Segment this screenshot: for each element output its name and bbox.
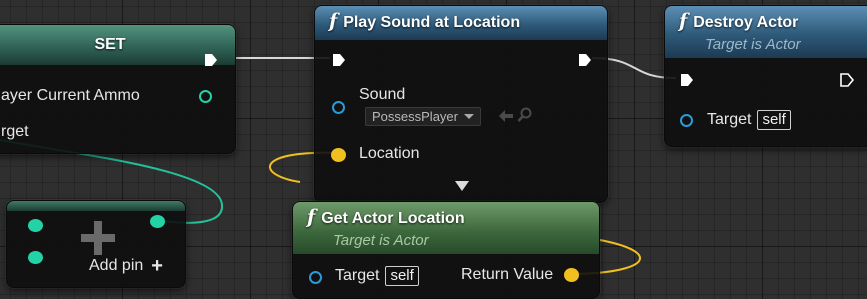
destroy-target-pin-row: Target self [707, 110, 791, 130]
set-node-header[interactable]: SET [0, 25, 235, 65]
get-actor-location-subtitle: Target is Actor [333, 232, 429, 249]
sound-pin-row: Sound [359, 86, 405, 104]
input-b-pin[interactable] [28, 251, 43, 264]
play-sound-node-header[interactable]: f Play Sound at Location [315, 6, 607, 40]
return-value-pin[interactable] [564, 268, 579, 282]
plus-icon: + [151, 255, 163, 277]
destroy-actor-node-header[interactable]: f Destroy Actor Target is Actor [665, 6, 867, 58]
destroy-target-default[interactable]: self [757, 110, 791, 130]
play-sound-exec-out-pin[interactable] [577, 52, 593, 68]
input-a-pin[interactable] [28, 219, 43, 232]
function-icon: f [329, 10, 338, 32]
blueprint-graph-canvas[interactable]: SET ayer Current Ammo rget f Play Sound a… [0, 0, 867, 299]
expand-advanced-arrow-icon[interactable] [455, 181, 469, 191]
get-actor-location-header[interactable]: f Get Actor Location Target is Actor [293, 202, 599, 254]
function-icon: f [679, 10, 688, 32]
output-pin[interactable] [150, 215, 165, 228]
destroy-exec-in-pin[interactable] [679, 72, 695, 88]
destroy-actor-subtitle: Target is Actor [705, 36, 801, 53]
set-node[interactable]: SET ayer Current Ammo rget [0, 24, 236, 154]
sound-asset-dropdown[interactable]: PossessPlayer [365, 107, 481, 126]
add-icon [81, 221, 115, 255]
add-pin-label: Add pin [89, 257, 144, 274]
chevron-down-icon [463, 114, 474, 119]
add-pin-node[interactable]: Add pin + [6, 200, 186, 288]
location-label: Location [359, 145, 420, 162]
get-actor-location-node[interactable]: f Get Actor Location Target is Actor Targ… [292, 201, 600, 299]
get-location-target-label: Target [335, 267, 380, 284]
play-sound-exec-in-pin[interactable] [331, 52, 347, 68]
destroy-target-pin[interactable] [680, 114, 693, 127]
get-location-target-pin-row: Target self [335, 266, 419, 286]
set-target-label: rget [1, 123, 29, 140]
destroy-actor-title: Destroy Actor [693, 14, 799, 31]
play-sound-title: Play Sound at Location [343, 14, 521, 31]
location-pin-row: Location [359, 145, 420, 163]
set-value-label: ayer Current Ammo [1, 87, 140, 104]
location-pin[interactable] [331, 148, 346, 162]
use-selected-asset-icon[interactable] [499, 110, 513, 122]
destroy-exec-out-pin[interactable] [839, 72, 855, 88]
play-sound-node[interactable]: f Play Sound at Location Sound PossessPla… [314, 5, 608, 203]
set-value-out-pin[interactable] [199, 90, 212, 103]
destroy-target-label: Target [707, 111, 752, 128]
return-value-pin-row: Return Value [461, 266, 553, 284]
return-value-label: Return Value [461, 266, 554, 283]
add-pin-node-header [7, 201, 185, 211]
function-icon: f [307, 206, 316, 228]
sound-label: Sound [359, 86, 406, 103]
set-exec-out-pin[interactable] [203, 52, 219, 68]
get-actor-location-title: Get Actor Location [321, 210, 465, 227]
set-value-pin-row: ayer Current Ammo [1, 87, 140, 105]
get-location-target-default[interactable]: self [385, 266, 419, 286]
browse-asset-icon[interactable] [517, 107, 533, 123]
sound-pin[interactable] [332, 101, 345, 114]
set-node-title: SET [94, 36, 126, 53]
add-pin-button[interactable]: Add pin + [89, 255, 163, 277]
sound-asset-value: PossessPlayer [372, 109, 458, 124]
set-target-pin-row: rget [1, 123, 29, 141]
destroy-actor-node[interactable]: f Destroy Actor Target is Actor Target se… [664, 5, 867, 147]
get-location-target-pin[interactable] [309, 271, 322, 284]
